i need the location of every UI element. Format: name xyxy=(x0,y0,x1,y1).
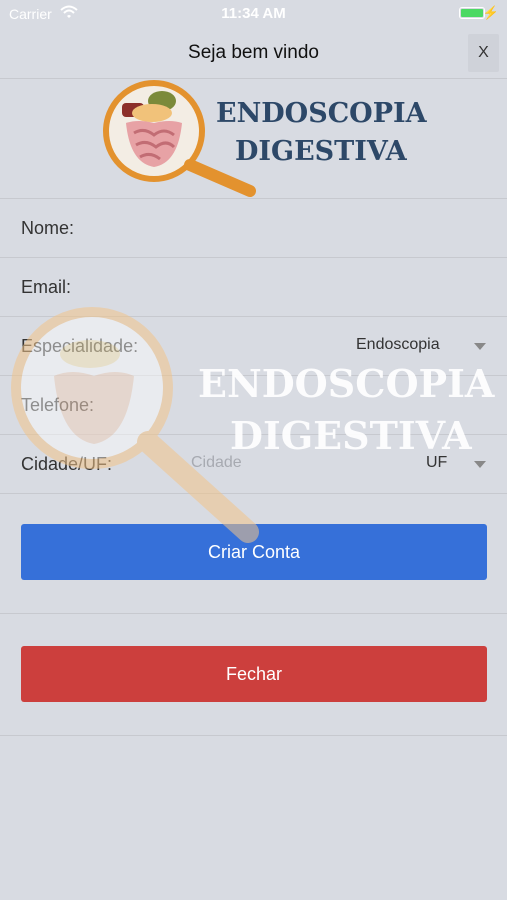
email-row[interactable]: Email: xyxy=(0,258,507,317)
uf-select[interactable]: UF xyxy=(426,454,447,472)
email-label: Email: xyxy=(21,277,72,297)
city-input[interactable]: Cidade xyxy=(191,454,242,472)
logo-line-2: DIGESTIVA xyxy=(235,136,407,167)
clock: 11:34 AM xyxy=(221,5,286,22)
page-title: Seja bem vindo xyxy=(188,42,319,63)
chevron-down-icon[interactable] xyxy=(474,343,486,350)
city-row: Cidade/UF: Cidade UF xyxy=(0,435,507,494)
divider xyxy=(0,735,507,736)
name-label: Nome: xyxy=(21,218,75,238)
charging-icon: ⚡ xyxy=(482,5,499,20)
logo-text: ENDOSCOPIA DIGESTIVA xyxy=(216,95,427,171)
name-row[interactable]: Nome: xyxy=(0,199,507,258)
chevron-down-icon[interactable] xyxy=(474,461,486,468)
status-bar: Carrier 11:34 AM ⚡ xyxy=(0,0,507,28)
city-label: Cidade/UF: xyxy=(21,454,113,474)
specialty-select[interactable]: Endoscopia xyxy=(356,336,440,354)
close-button[interactable]: X xyxy=(468,34,499,72)
logo-line-1: ENDOSCOPIA xyxy=(216,98,427,129)
battery-icon xyxy=(459,7,485,19)
phone-row[interactable]: Telefone: xyxy=(0,376,507,435)
divider xyxy=(0,613,507,614)
logo: ENDOSCOPIA DIGESTIVA xyxy=(0,79,507,199)
specialty-label: Especialidade: xyxy=(21,336,139,356)
phone-label: Telefone: xyxy=(21,395,95,415)
create-account-button[interactable]: Criar Conta xyxy=(21,524,487,580)
specialty-row: Especialidade: Endoscopia xyxy=(0,317,507,376)
close-form-button[interactable]: Fechar xyxy=(21,646,487,702)
navigation-bar: Seja bem vindo X xyxy=(0,28,507,79)
